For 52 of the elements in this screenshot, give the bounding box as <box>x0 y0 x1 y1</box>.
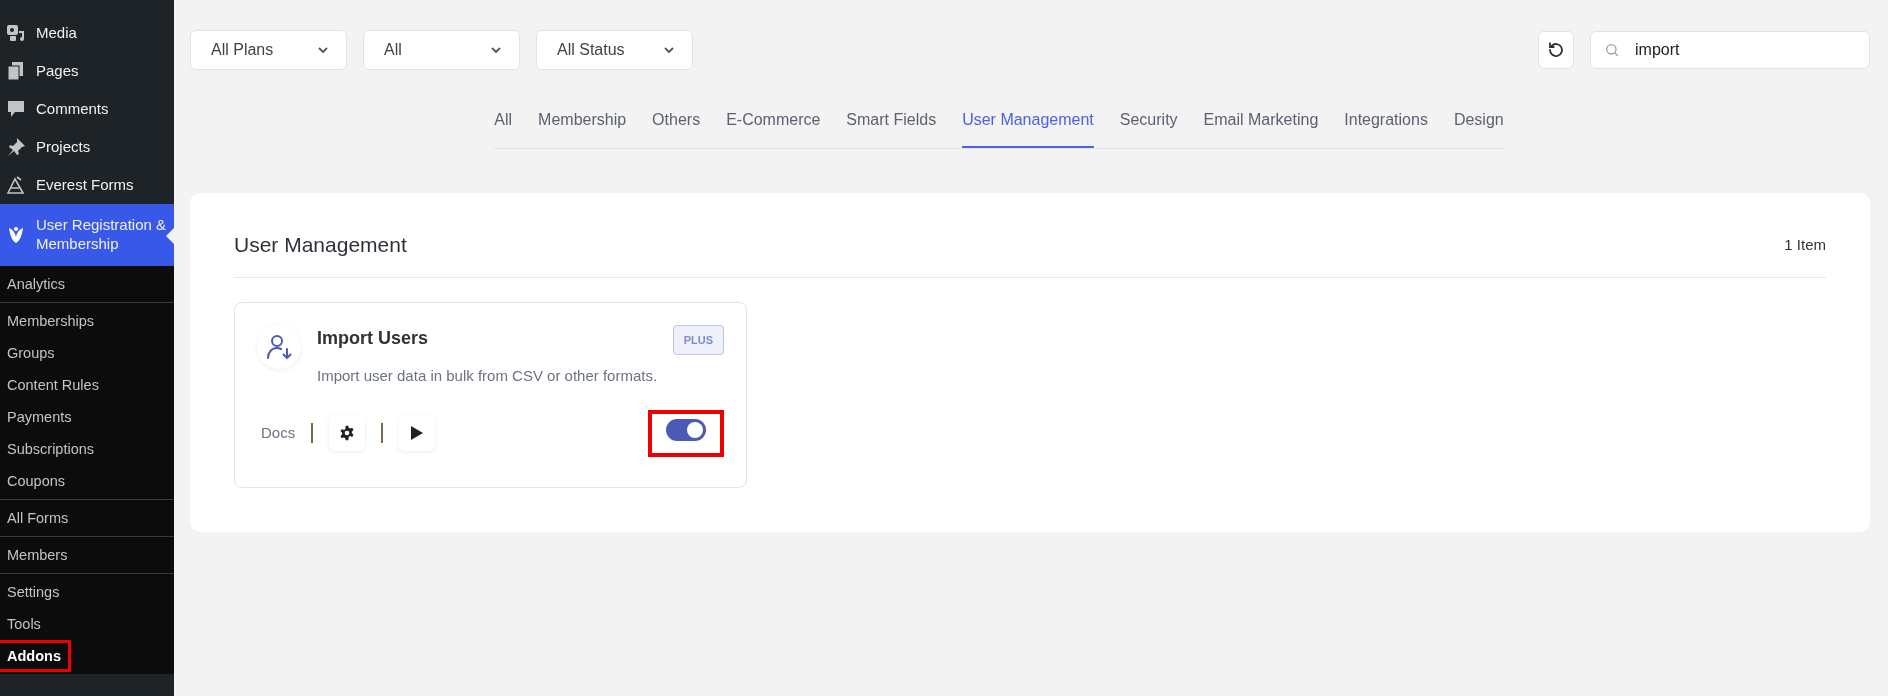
docs-link[interactable]: Docs <box>261 421 296 445</box>
pushpin-icon <box>6 137 26 157</box>
search-field[interactable]: import <box>1590 31 1870 69</box>
category-tab[interactable]: Membership <box>538 100 627 148</box>
search-icon <box>1604 42 1620 58</box>
menu-item[interactable]: Pages <box>0 52 174 90</box>
addon-description: Import user data in bulk from CSV or other formats. <box>317 366 659 386</box>
submenu-item[interactable]: Content Rules <box>0 369 109 401</box>
submenu-item[interactable]: Settings <box>0 576 70 608</box>
filter-dropdown[interactable]: All <box>363 30 520 70</box>
submenu-item[interactable]: Analytics <box>0 268 76 300</box>
plan-label: PLUS <box>672 324 724 355</box>
menu-item[interactable]: Projects <box>0 128 174 166</box>
play-icon <box>410 425 425 441</box>
filter-dropdown[interactable]: All Plans <box>190 30 347 70</box>
submenu-item[interactable]: Payments <box>0 401 82 433</box>
flower-icon <box>6 225 26 245</box>
item-count: 1 Item <box>1784 234 1826 255</box>
menu-item[interactable]: User Registration & Membership <box>0 204 174 266</box>
play-button[interactable] <box>399 415 436 451</box>
toggle-switch[interactable] <box>666 418 706 441</box>
submenu-item[interactable]: Coupons <box>0 465 76 497</box>
reset-button[interactable] <box>1538 31 1574 69</box>
submenu-item[interactable]: Tools <box>0 608 51 640</box>
settings-button[interactable] <box>329 415 366 451</box>
category-tab[interactable]: User Management <box>962 100 1094 148</box>
category-tab[interactable]: Design <box>1453 100 1504 148</box>
submenu-item[interactable]: Subscriptions <box>0 433 105 465</box>
menu-item[interactable]: Comments <box>0 90 174 128</box>
media-icon <box>6 23 26 43</box>
undo-arrow-icon <box>1547 41 1565 59</box>
filter-dropdown[interactable]: All Status <box>536 30 693 70</box>
menu-item[interactable]: Media <box>0 14 174 52</box>
category-tab[interactable]: All <box>494 100 513 148</box>
submenu-item[interactable]: Members <box>0 539 78 571</box>
gear-icon <box>339 425 356 441</box>
submenu-item[interactable]: Groups <box>0 337 65 369</box>
category-tab[interactable]: E-Commerce <box>726 100 821 148</box>
category-tab[interactable]: Others <box>652 100 701 148</box>
category-tab[interactable]: Integrations <box>1344 100 1428 148</box>
section-title: User Management <box>234 232 407 258</box>
menu-item[interactable]: Everest Forms <box>0 166 174 204</box>
speech-bubble-icon <box>6 99 26 119</box>
pages-icon <box>6 61 26 81</box>
submenu-item[interactable]: All Forms <box>0 502 79 534</box>
mountain-icon <box>6 175 26 195</box>
addon-title: Import Users <box>317 326 429 350</box>
category-tab[interactable]: Smart Fields <box>846 100 937 148</box>
submenu-item[interactable]: Memberships <box>0 305 105 337</box>
submenu-item[interactable]: Addons <box>0 640 71 672</box>
category-tab[interactable]: Security <box>1119 100 1178 148</box>
category-tab[interactable]: Email Marketing <box>1203 100 1319 148</box>
